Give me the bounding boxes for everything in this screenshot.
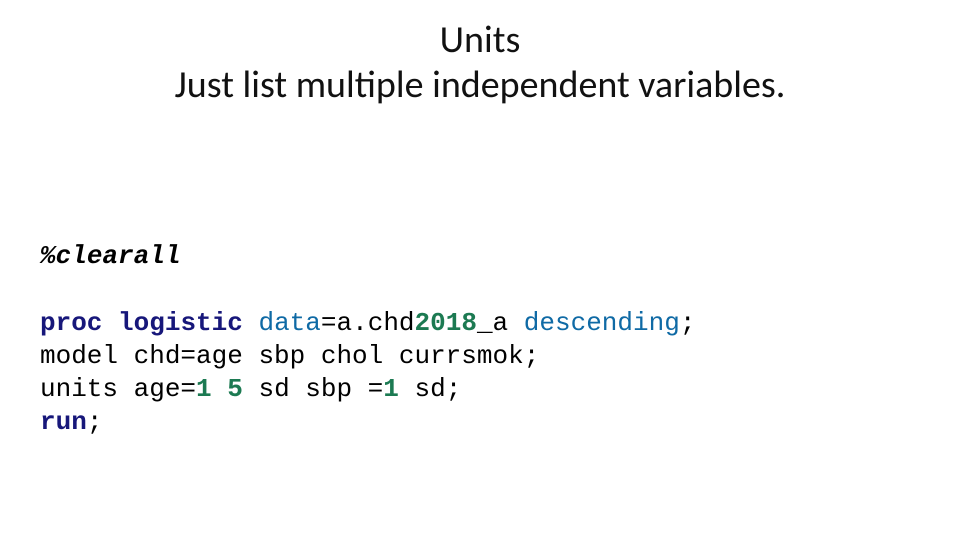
opt-data: data: [258, 308, 320, 338]
ds-year: 2018: [415, 308, 477, 338]
num-1a: 1: [196, 374, 212, 404]
units-c: sd: [399, 374, 446, 404]
model-rest: chd=age sbp chol currsmok: [118, 341, 524, 371]
kw-logistic: logistic: [118, 308, 243, 338]
kw-units: units: [40, 374, 118, 404]
macro-name: clearall: [56, 241, 181, 271]
opt-descending: descending: [524, 308, 680, 338]
units-b: sd sbp =: [243, 374, 383, 404]
slide-title: Units Just list multiple independent var…: [0, 18, 960, 108]
macro-percent: %: [40, 241, 56, 271]
code-block: %clearall proc logistic data=a.chd2018_a…: [40, 240, 695, 440]
semi-3: ;: [446, 374, 462, 404]
slide: Units Just list multiple independent var…: [0, 0, 960, 540]
sp-1: [212, 374, 228, 404]
dot: .: [352, 308, 368, 338]
semi-4: ;: [87, 407, 103, 437]
kw-run: run: [40, 407, 87, 437]
title-line-1: Units: [0, 18, 960, 63]
kw-proc: proc: [40, 308, 102, 338]
semi-2: ;: [524, 341, 540, 371]
ds-lib: a: [337, 308, 353, 338]
ds-suffix: _a: [477, 308, 508, 338]
ds-name-a: chd: [368, 308, 415, 338]
title-line-2: Just list multiple independent variables…: [0, 63, 960, 108]
units-a: age=: [118, 374, 196, 404]
num-1b: 1: [383, 374, 399, 404]
kw-model: model: [40, 341, 118, 371]
semi-1: ;: [680, 308, 696, 338]
num-5: 5: [227, 374, 243, 404]
eq-1: =: [321, 308, 337, 338]
